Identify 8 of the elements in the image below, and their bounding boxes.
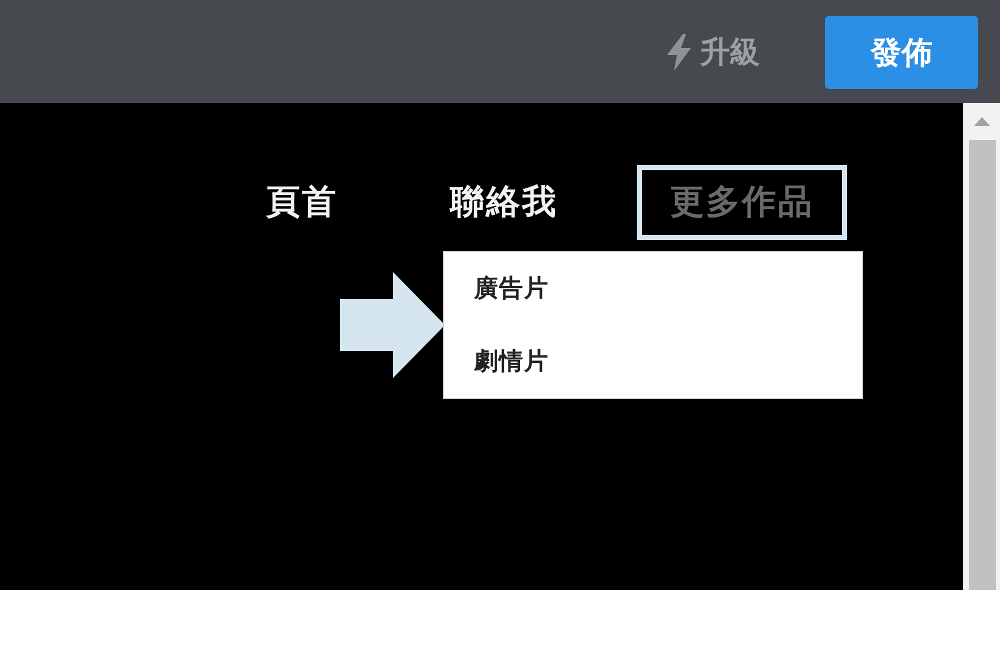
nav-link[interactable]: 頁首 — [233, 165, 371, 240]
dropdown-item[interactable]: 廣告片 — [444, 252, 862, 325]
scrollbar-thumb[interactable] — [968, 140, 996, 590]
nav-link[interactable]: 聯絡我 — [417, 165, 591, 240]
dropdown-item[interactable]: 劇情片 — [444, 325, 862, 398]
lightning-icon — [664, 34, 694, 71]
scroll-up-icon[interactable] — [974, 117, 990, 126]
nav-link[interactable]: 更多作品 — [637, 165, 847, 240]
